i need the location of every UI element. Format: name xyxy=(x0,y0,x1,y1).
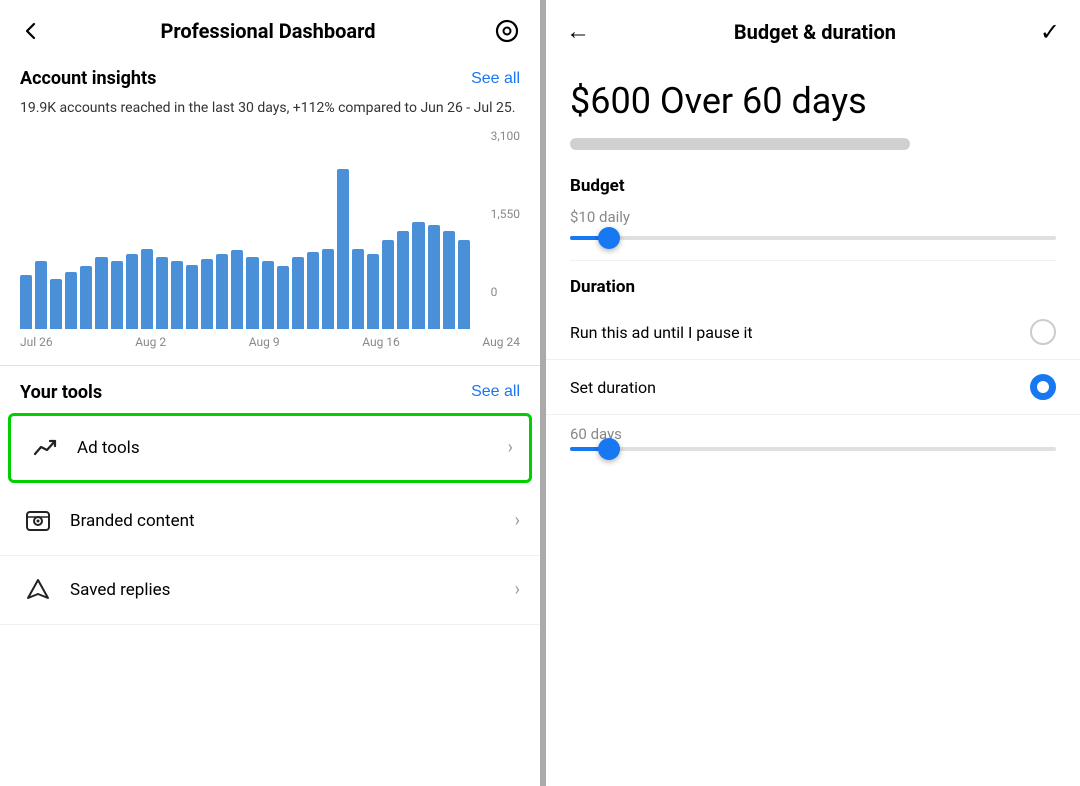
right-back-button[interactable]: ← xyxy=(566,18,590,46)
slider-thumb-bg xyxy=(570,138,910,150)
chart-bar-6 xyxy=(111,261,123,329)
chart-bar-28 xyxy=(443,231,455,329)
y-label-bot: 0 xyxy=(491,285,520,299)
chart-bar-18 xyxy=(292,257,304,328)
left-header: Professional Dashboard xyxy=(0,0,540,58)
duration-slider-track[interactable] xyxy=(570,447,1056,451)
back-button[interactable] xyxy=(20,20,42,42)
ad-tools-icon xyxy=(27,430,63,466)
budget-amount-display: $600 Over 60 days xyxy=(546,60,1080,138)
bar-chart: 3,100 1,550 0 xyxy=(0,129,540,329)
radio-option-set-duration[interactable]: Set duration xyxy=(546,360,1080,415)
duration-divider xyxy=(570,260,1056,261)
tools-header: Your tools See all xyxy=(0,372,540,409)
chart-bars xyxy=(20,159,520,329)
insights-see-all[interactable]: See all xyxy=(471,70,520,88)
days-value-label: 60 days xyxy=(546,415,1080,447)
radio-pause-label: Run this ad until I pause it xyxy=(570,323,753,342)
budget-section-label: Budget xyxy=(546,170,1080,204)
chart-x-labels: Jul 26 Aug 2 Aug 9 Aug 16 Aug 24 xyxy=(0,329,540,359)
left-panel: Professional Dashboard Account insights … xyxy=(0,0,540,786)
tools-title: Your tools xyxy=(20,382,102,403)
chart-bar-13 xyxy=(216,254,228,329)
radio-pause-circle[interactable] xyxy=(1030,319,1056,345)
chart-bar-8 xyxy=(141,249,153,329)
radio-duration-circle[interactable] xyxy=(1030,374,1056,400)
chart-bar-10 xyxy=(171,261,183,329)
gear-button[interactable] xyxy=(494,18,520,44)
chart-bar-0 xyxy=(20,275,32,328)
tool-item-branded-content[interactable]: Branded content › xyxy=(0,487,540,556)
tools-see-all[interactable]: See all xyxy=(471,383,520,401)
right-title: Budget & duration xyxy=(734,20,896,44)
branded-content-icon xyxy=(20,503,56,539)
tool-item-saved-replies[interactable]: Saved replies › xyxy=(0,556,540,625)
budget-slider-thumb-area xyxy=(546,138,1080,150)
chart-bar-23 xyxy=(367,254,379,329)
chart-bar-4 xyxy=(80,266,92,328)
chart-bar-17 xyxy=(277,266,289,328)
left-title: Professional Dashboard xyxy=(160,19,375,43)
chart-bar-25 xyxy=(397,231,409,329)
duration-slider-container xyxy=(546,447,1080,461)
insights-title: Account insights xyxy=(20,68,156,89)
chart-bar-24 xyxy=(382,240,394,329)
divider-1 xyxy=(0,365,540,366)
chart-y-labels: 3,100 1,550 0 xyxy=(491,129,520,299)
tool-item-ad-tools[interactable]: Ad tools › xyxy=(8,413,532,483)
insights-header: Account insights See all xyxy=(0,58,540,95)
saved-replies-icon xyxy=(20,572,56,608)
chart-bar-5 xyxy=(95,257,107,328)
chart-bar-3 xyxy=(65,272,77,329)
budget-slider-thumb[interactable] xyxy=(598,227,620,249)
branded-content-chevron: › xyxy=(515,510,520,531)
check-button[interactable]: ✓ xyxy=(1040,18,1060,46)
budget-slider-container xyxy=(546,236,1080,260)
y-label-mid: 1,550 xyxy=(491,207,520,221)
x-label-3: Aug 16 xyxy=(362,335,400,349)
chart-bar-16 xyxy=(262,261,274,329)
radio-option-pause[interactable]: Run this ad until I pause it xyxy=(546,305,1080,360)
right-header: ← Budget & duration ✓ xyxy=(546,0,1080,60)
chart-bar-2 xyxy=(50,279,62,329)
chart-bar-19 xyxy=(307,252,319,328)
x-label-2: Aug 9 xyxy=(249,335,280,349)
saved-replies-label: Saved replies xyxy=(70,580,515,600)
chart-bar-1 xyxy=(35,261,47,329)
budget-value-label: $10 daily xyxy=(546,204,1080,236)
branded-content-label: Branded content xyxy=(70,511,515,531)
duration-section-label: Duration xyxy=(546,271,1080,305)
radio-duration-label: Set duration xyxy=(570,378,656,397)
saved-replies-chevron: › xyxy=(515,579,520,600)
chart-bar-15 xyxy=(246,257,258,328)
chart-bar-27 xyxy=(428,225,440,328)
chart-bar-26 xyxy=(412,222,424,329)
chart-bar-11 xyxy=(186,265,198,329)
budget-slider-track[interactable] xyxy=(570,236,1056,240)
x-label-1: Aug 2 xyxy=(135,335,166,349)
chart-bar-14 xyxy=(231,250,243,328)
ad-tools-chevron: › xyxy=(508,437,513,458)
duration-slider-thumb[interactable] xyxy=(598,438,620,460)
chart-bar-29 xyxy=(458,240,470,329)
chart-bar-12 xyxy=(201,259,213,328)
chart-bar-21 xyxy=(337,169,349,329)
insights-description: 19.9K accounts reached in the last 30 da… xyxy=(0,95,540,129)
x-label-0: Jul 26 xyxy=(20,335,53,349)
chart-bar-22 xyxy=(352,249,364,329)
chart-bar-9 xyxy=(156,257,168,328)
y-label-top: 3,100 xyxy=(491,129,520,143)
right-panel: ← Budget & duration ✓ $600 Over 60 days … xyxy=(540,0,1080,786)
ad-tools-label: Ad tools xyxy=(77,438,508,458)
chart-bar-20 xyxy=(322,249,334,329)
chart-bar-7 xyxy=(126,254,138,329)
x-label-4: Aug 24 xyxy=(482,335,520,349)
